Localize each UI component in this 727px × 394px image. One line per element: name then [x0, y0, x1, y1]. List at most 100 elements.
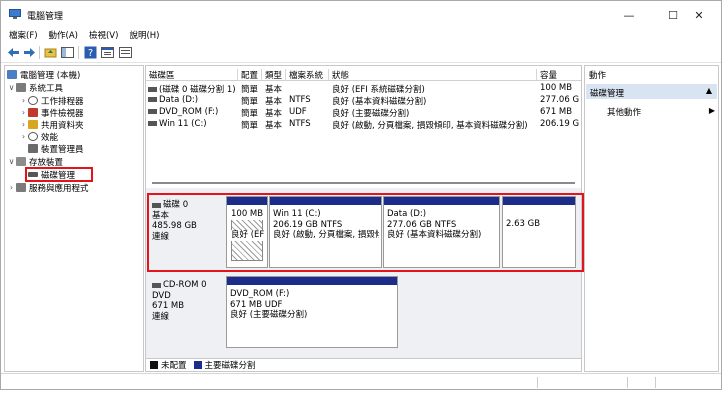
volume-name: Win 11 (C:) [159, 119, 207, 129]
volume-icon [148, 121, 157, 126]
volume-type: 基本 [265, 97, 283, 107]
table-row[interactable]: (磁碟 0 磁碟分割 1) 簡單 基本 良好 (EFI 系統磁碟分割) 100 … [146, 83, 581, 95]
forward-arrow-icon[interactable] [23, 46, 36, 59]
legend-primary: 主要磁碟分割 [204, 361, 256, 371]
cdrom-icon [152, 282, 161, 288]
actions-pane: 動作 磁碟管理 ▲ 其他動作 ▶ [584, 65, 719, 372]
close-button[interactable]: ✕ [677, 5, 721, 25]
volume-capacity: 671 MB [540, 107, 573, 117]
expand-chevron-icon[interactable]: › [19, 108, 28, 117]
menu-view[interactable]: 檢視(V) [89, 27, 123, 43]
back-arrow-icon[interactable] [7, 46, 20, 59]
tree-item-shared-folders[interactable]: › 共用資料夾 [19, 119, 84, 131]
tree-item-device-manager[interactable]: 裝置管理員 [28, 143, 84, 155]
volume-capacity: 206.19 G [540, 119, 580, 129]
tree-label: 存放裝置 [29, 157, 64, 168]
unallocated-swatch [150, 361, 158, 369]
tree-label: 工作排程器 [41, 96, 84, 107]
disk-status: 連線 [152, 311, 170, 322]
up-folder-icon[interactable] [44, 46, 57, 59]
services-icon [16, 183, 26, 192]
volume-filesystem: NTFS [289, 119, 311, 129]
column-header-status[interactable]: 狀態 [329, 69, 537, 81]
status-separator [627, 377, 628, 388]
svg-text:?: ? [88, 48, 93, 59]
help-icon[interactable]: ? [84, 46, 97, 59]
volume-status: 良好 (EFI 系統磁碟分割) [332, 85, 425, 95]
actions-section-label: 磁碟管理 [590, 89, 625, 99]
menu-help[interactable]: 說明(H) [129, 27, 164, 43]
disk-size: 671 MB [152, 301, 185, 311]
tree-item-performance[interactable]: › 效能 [19, 131, 58, 143]
tree-label: 服務與應用程式 [29, 183, 89, 194]
collapse-chevron-icon[interactable]: ∨ [7, 83, 16, 92]
table-row[interactable]: DVD_ROM (F:) 簡單 基本 UDF 良好 (主要磁碟分割) 671 M… [146, 107, 581, 119]
highlight-disk-0 [147, 193, 584, 272]
volume-list-header: 磁碟區 配置 類型 檔案系統 狀態 容量 [146, 68, 581, 81]
highlight-disk-management [25, 167, 93, 182]
cdrom-0-row: CD-ROM 0 DVD 671 MB 連線 DVD_ROM (F:) 671 … [148, 276, 578, 348]
volume-status: 良好 (主要磁碟分割) [332, 109, 410, 119]
tree-item-task-scheduler[interactable]: › 工作排程器 [19, 95, 84, 107]
toolbar-separator [78, 46, 79, 59]
expand-chevron-icon[interactable]: › [19, 96, 28, 105]
volume-name: (磁碟 0 磁碟分割 1) [159, 85, 236, 95]
tree-item-storage[interactable]: ∨ 存放裝置 [7, 156, 64, 168]
volume-type: 基本 [265, 121, 283, 131]
menu-bar: 檔案(F) 動作(A) 檢視(V) 說明(H) [1, 27, 721, 43]
expand-chevron-icon[interactable]: › [7, 183, 16, 192]
expand-chevron-icon[interactable]: › [19, 120, 28, 129]
partition-line: DVD_ROM (F:) [230, 289, 290, 299]
computer-management-icon [9, 9, 21, 19]
partition-legend: 未配置 主要磁碟分割 [146, 358, 581, 371]
volume-status: 良好 (基本資料磁碟分割) [332, 97, 427, 107]
table-row[interactable]: Data (D:) 簡單 基本 NTFS 良好 (基本資料磁碟分割) 277.0… [146, 95, 581, 107]
volume-capacity: 100 MB [540, 83, 573, 93]
collapse-chevron-icon[interactable]: ∨ [7, 157, 16, 166]
volume-filesystem: UDF [289, 107, 307, 117]
status-separator [537, 377, 538, 388]
view-list-icon[interactable] [119, 46, 132, 59]
tree-item-services[interactable]: › 服務與應用程式 [7, 182, 89, 194]
tree-item-system-tools[interactable]: ∨ 系統工具 [7, 82, 64, 94]
tree-label: 系統工具 [29, 83, 64, 94]
tree-label: 共用資料夾 [41, 120, 84, 131]
status-separator [655, 377, 656, 388]
minimize-button[interactable]: — [607, 5, 651, 25]
volume-filesystem: NTFS [289, 95, 311, 105]
shared-folder-icon [28, 120, 38, 129]
volume-layout: 簡單 [241, 121, 259, 131]
properties-icon[interactable] [101, 46, 114, 59]
show-hide-tree-icon[interactable] [61, 46, 74, 59]
horizontal-scrollbar[interactable] [146, 180, 581, 186]
volume-layout: 簡單 [241, 109, 259, 119]
volume-name: Data (D:) [159, 95, 199, 105]
primary-swatch [193, 361, 202, 369]
cdrom-0-label[interactable]: CD-ROM 0 DVD 671 MB 連線 [148, 276, 224, 348]
collapse-triangle-icon[interactable]: ▲ [706, 86, 712, 95]
column-header-filesystem[interactable]: 檔案系統 [286, 69, 329, 81]
computer-management-window: 電腦管理 — ☐ ✕ 檔案(F) 動作(A) 檢視(V) 說明(H) ? 電腦管… [0, 0, 722, 390]
column-header-capacity[interactable]: 容量 [537, 69, 579, 81]
expand-chevron-icon[interactable]: › [19, 132, 28, 141]
computer-icon [7, 70, 17, 79]
window-title: 電腦管理 [27, 12, 64, 22]
performance-gauge-icon [28, 132, 38, 141]
menu-file[interactable]: 檔案(F) [9, 27, 43, 43]
toolbar: ? [1, 43, 721, 63]
scrollbar-thumb[interactable] [152, 182, 575, 184]
more-actions-item[interactable]: 其他動作 ▶ [607, 106, 717, 118]
column-header-layout[interactable]: 配置 [238, 69, 262, 81]
volume-type: 基本 [265, 109, 283, 119]
actions-section-disk-management[interactable]: 磁碟管理 ▲ [586, 84, 717, 99]
column-header-volume[interactable]: 磁碟區 [146, 69, 238, 81]
tree-item-root[interactable]: 電腦管理 (本機) [7, 69, 80, 81]
table-row[interactable]: Win 11 (C:) 簡單 基本 NTFS 良好 (啟動, 分頁檔案, 損毀傾… [146, 119, 581, 131]
disk-management-pane: 磁碟區 配置 類型 檔案系統 狀態 容量 (磁碟 0 磁碟分割 1) 簡單 基本… [145, 65, 584, 372]
volume-layout: 簡單 [241, 97, 259, 107]
tree-item-event-viewer[interactable]: › 事件檢視器 [19, 107, 84, 119]
disk-name: CD-ROM 0 [163, 280, 207, 290]
partition-dvd[interactable]: DVD_ROM (F:) 671 MB UDF 良好 (主要磁碟分割) [226, 276, 398, 348]
column-header-type[interactable]: 類型 [262, 69, 286, 81]
menu-action[interactable]: 動作(A) [49, 27, 83, 43]
